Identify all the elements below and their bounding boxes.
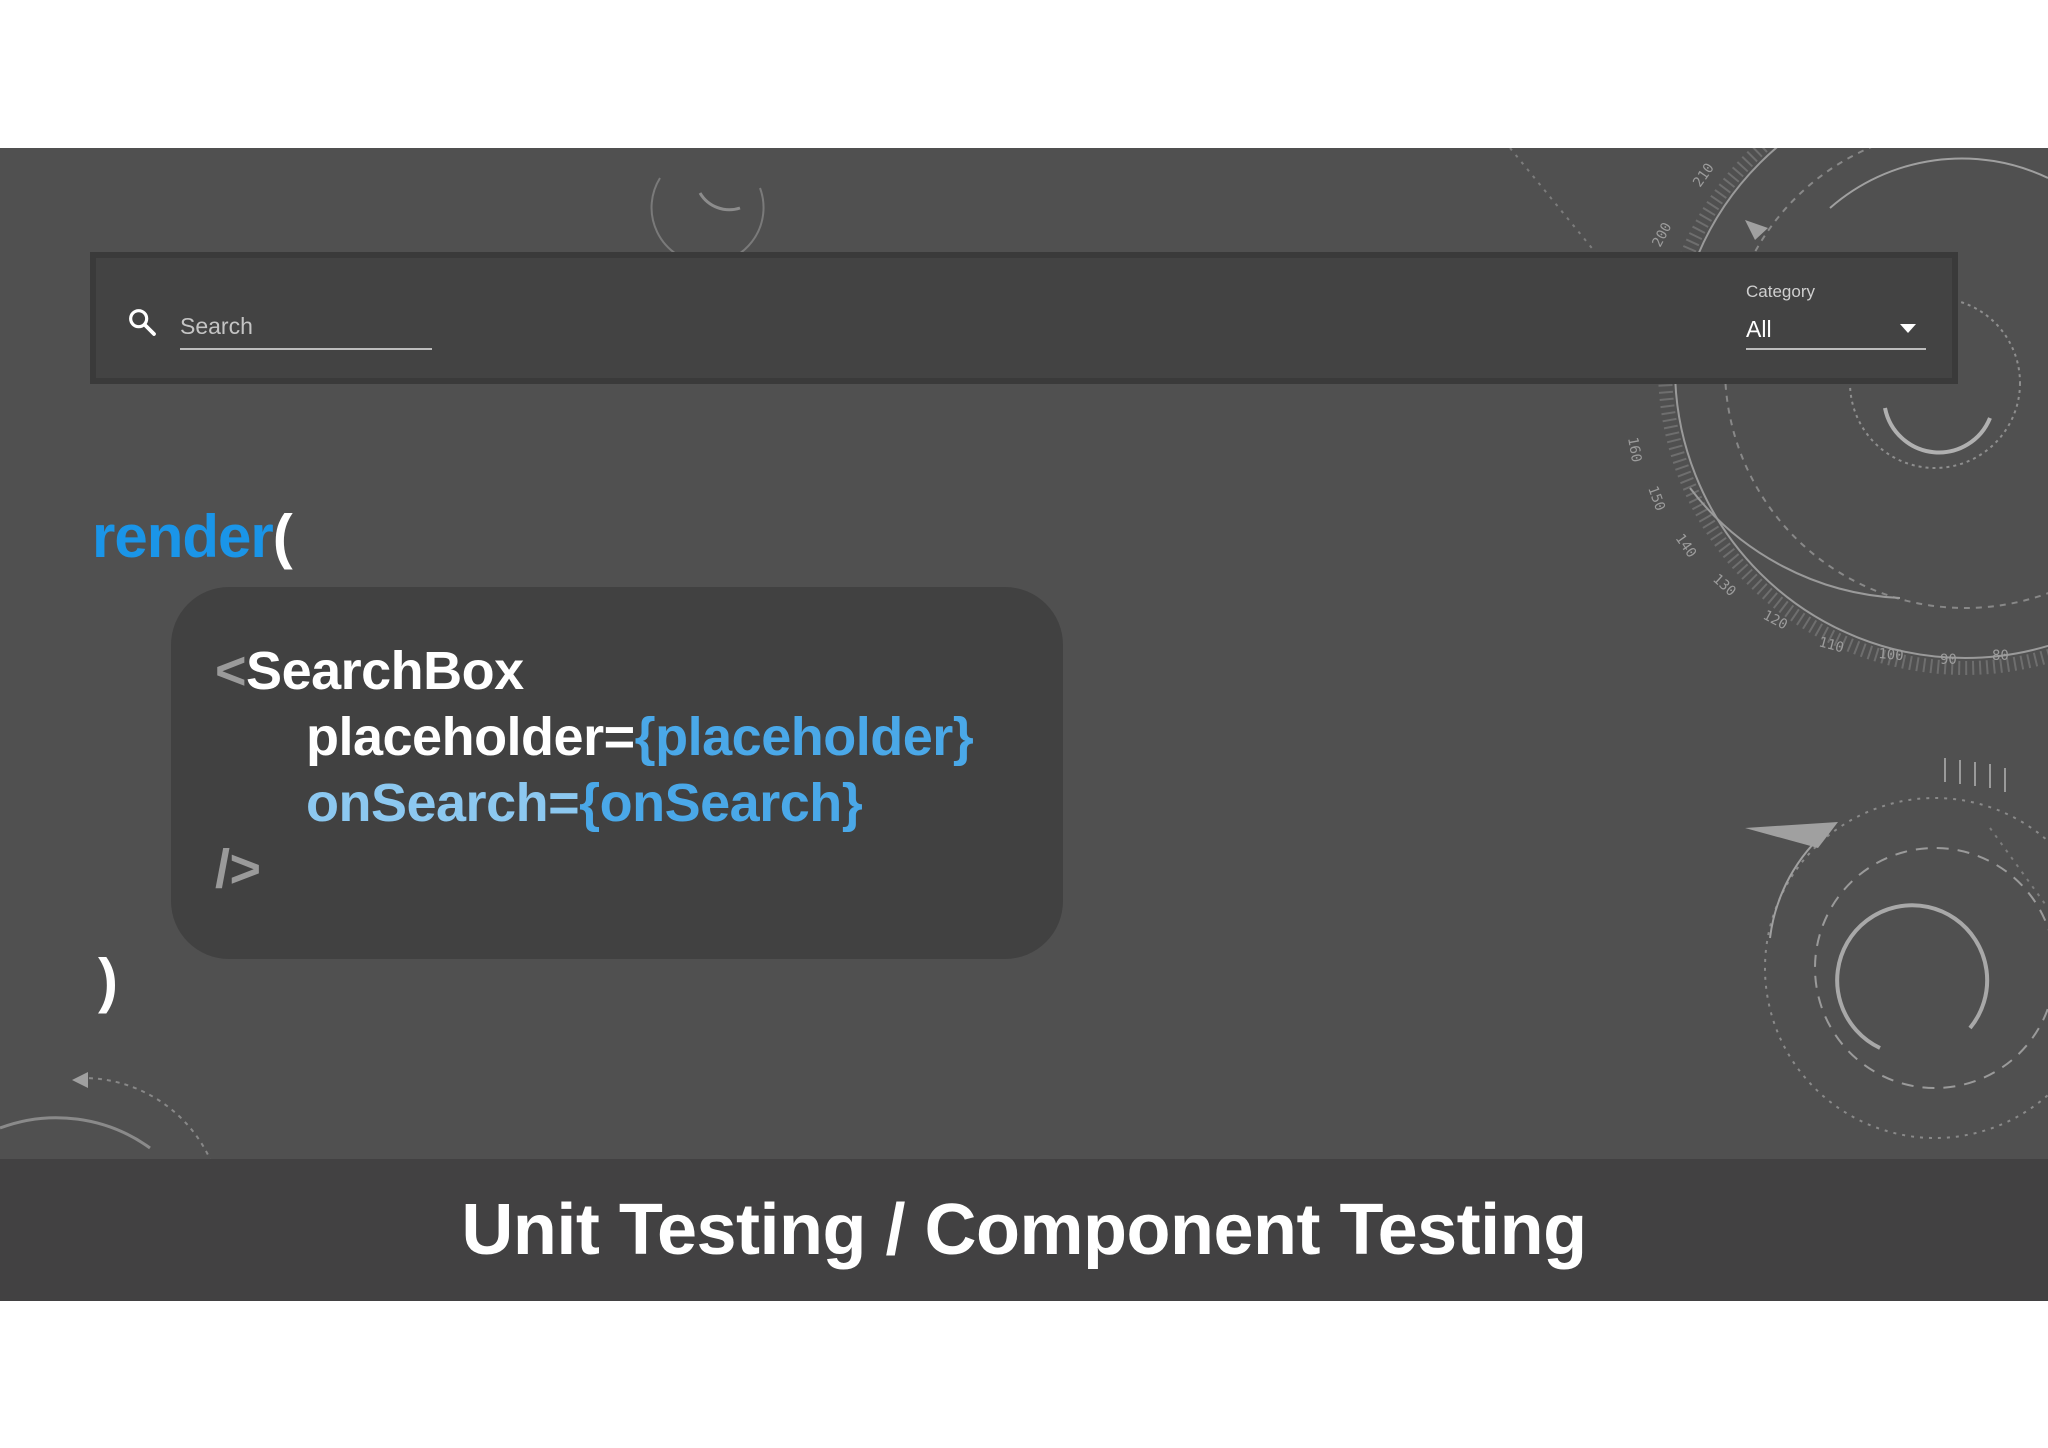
svg-text:210: 210 <box>1690 160 1718 190</box>
render-call: render( <box>92 502 293 571</box>
prop-placeholder-value: {placeholder} <box>634 707 974 767</box>
prop-onsearch-name: onSearch= <box>306 773 580 833</box>
close-paren: ) <box>98 947 118 1014</box>
category-label: Category <box>1746 282 1815 301</box>
code-line-tag-open: <SearchBox <box>215 640 524 702</box>
tag-open-bracket: < <box>215 641 247 701</box>
svg-text:160: 160 <box>1624 436 1644 464</box>
prop-placeholder-name: placeholder= <box>306 707 635 767</box>
tag-self-close: /> <box>215 839 261 899</box>
search-input[interactable] <box>180 313 432 340</box>
code-line-placeholder-prop: placeholder={placeholder} <box>306 706 974 768</box>
category-select[interactable]: Category All <box>1746 278 1926 350</box>
tag-name: SearchBox <box>246 641 524 701</box>
prop-onsearch-value: {onSearch} <box>579 773 863 833</box>
svg-text:120: 120 <box>1760 607 1790 633</box>
svg-text:80: 80 <box>1992 648 2009 664</box>
svg-text:110: 110 <box>1817 634 1846 656</box>
jsx-code-block: <SearchBox placeholder={placeholder} onS… <box>171 587 1063 959</box>
svg-text:150: 150 <box>1644 484 1668 513</box>
code-line-onsearch-prop: onSearch={onSearch} <box>306 772 863 834</box>
search-toolbar: Category All <box>90 252 1958 384</box>
svg-text:140: 140 <box>1672 531 1700 561</box>
svg-text:90: 90 <box>1940 652 1957 668</box>
svg-text:200: 200 <box>1649 220 1675 250</box>
caption-title: Unit Testing / Component Testing <box>461 1190 1587 1270</box>
category-value: All <box>1746 316 1772 342</box>
search-icon[interactable] <box>126 306 158 338</box>
toolbar-surface: Category All <box>96 258 1952 378</box>
render-function-name: render <box>92 503 274 570</box>
svg-text:130: 130 <box>1709 571 1739 600</box>
code-line-tag-close: /> <box>215 838 261 900</box>
open-paren: ( <box>272 503 293 570</box>
svg-text:100: 100 <box>1878 646 1905 664</box>
chevron-down-icon <box>1900 324 1916 333</box>
caption-bar: Unit Testing / Component Testing <box>0 1159 2048 1301</box>
slide: 200 210 160 150 140 130 120 110 100 90 8… <box>0 148 2048 1159</box>
search-field[interactable] <box>180 294 432 350</box>
